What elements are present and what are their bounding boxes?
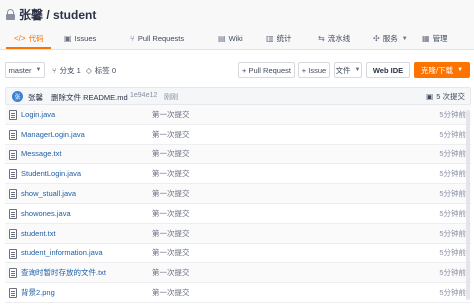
table-row[interactable]: showones.java 第一次提交 5分钟前 <box>5 204 471 224</box>
file-time: 5分钟前 <box>439 248 466 258</box>
table-row[interactable]: StudentLogin.java 第一次提交 5分钟前 <box>5 164 471 185</box>
file-icon <box>9 129 17 140</box>
file-list: Login.java 第一次提交 5分钟前 ManagerLogin.java … <box>5 105 471 303</box>
tab-issues[interactable]: ▣ Issues <box>64 27 96 50</box>
file-name[interactable]: Login.java <box>21 110 55 119</box>
file-name[interactable]: ManagerLogin.java <box>21 130 85 139</box>
commit-count-link[interactable]: ▣ 5 次提交 <box>426 91 465 102</box>
repo-title-row: 张馨 / student <box>6 5 96 23</box>
file-icon <box>9 248 17 259</box>
chevron-down-icon: ▼ <box>354 67 361 73</box>
file-icon <box>9 288 17 299</box>
tab-stats[interactable]: ▥ 统计 <box>266 27 292 50</box>
branch-icon: ⑂ <box>52 65 57 75</box>
file-name[interactable]: Message.txt <box>21 149 61 158</box>
chevron-down-icon: ▼ <box>35 67 42 73</box>
pipeline-icon: ⇆ <box>318 34 325 43</box>
file-time: 5分钟前 <box>439 169 466 179</box>
lock-icon <box>6 8 15 20</box>
commit-message[interactable]: 删除文件 README.md <box>51 92 128 103</box>
table-row[interactable]: show_stuall.java 第一次提交 5分钟前 <box>5 184 471 204</box>
active-tab-indicator <box>6 47 51 49</box>
tags-link[interactable]: ◇ 标签 0 <box>86 61 116 79</box>
table-row[interactable]: ManagerLogin.java 第一次提交 5分钟前 <box>5 125 471 145</box>
file-commit-message[interactable]: 第一次提交 <box>152 109 190 120</box>
table-row[interactable]: student_information.java 第一次提交 5分钟前 <box>5 244 471 264</box>
clone-download-button[interactable]: 克隆/下载 ▼ <box>414 62 470 78</box>
history-icon: ▣ <box>426 92 434 101</box>
file-icon <box>9 169 17 180</box>
tab-services[interactable]: ✣ 服务 ▼ <box>373 27 408 50</box>
file-icon <box>9 208 17 219</box>
file-commit-message[interactable]: 第一次提交 <box>152 267 190 278</box>
file-name[interactable]: showones.java <box>21 209 71 218</box>
file-commit-message[interactable]: 第一次提交 <box>152 287 190 298</box>
branch-select[interactable]: master ▼ <box>5 62 45 78</box>
repo-title[interactable]: 张馨 / student <box>19 6 96 23</box>
table-row[interactable]: Message.txt 第一次提交 5分钟前 <box>5 144 471 165</box>
wiki-icon: ▤ <box>218 34 226 43</box>
chevron-down-icon: ▼ <box>401 35 408 42</box>
file-icon <box>9 189 17 200</box>
file-name[interactable]: StudentLogin.java <box>21 169 81 178</box>
file-time: 5分钟前 <box>439 288 466 298</box>
file-commit-message[interactable]: 第一次提交 <box>152 148 190 159</box>
file-icon <box>9 268 17 279</box>
file-time: 5分钟前 <box>439 228 466 238</box>
file-icon <box>9 149 17 160</box>
issues-icon: ▣ <box>64 34 72 43</box>
file-name[interactable]: student_information.java <box>21 248 103 257</box>
file-commit-message[interactable]: 第一次提交 <box>152 188 190 199</box>
file-time: 5分钟前 <box>439 189 466 199</box>
pull-request-icon: ⑂ <box>130 34 135 43</box>
table-row[interactable]: 查询时暂时存放的文件.txt 第一次提交 5分钟前 <box>5 263 471 284</box>
stats-icon: ▥ <box>266 34 274 43</box>
file-commit-message[interactable]: 第一次提交 <box>152 129 190 140</box>
new-issue-button[interactable]: + Issue <box>298 62 330 78</box>
file-time: 5分钟前 <box>439 268 466 278</box>
chevron-down-icon: ▼ <box>457 67 464 73</box>
commit-hash[interactable]: 1e94e12 <box>130 92 157 99</box>
table-row[interactable]: Login.java 第一次提交 5分钟前 <box>5 105 471 125</box>
commit-author[interactable]: 张馨 <box>28 92 43 103</box>
file-name[interactable]: 背景2.png <box>21 287 55 298</box>
table-row[interactable]: 背景2.png 第一次提交 5分钟前 <box>5 283 471 303</box>
avatar[interactable]: 张 <box>12 91 23 102</box>
service-icon: ✣ <box>373 34 380 43</box>
file-commit-message[interactable]: 第一次提交 <box>152 228 190 239</box>
tab-pull-requests[interactable]: ⑂ Pull Requests <box>130 27 184 50</box>
file-commit-message[interactable]: 第一次提交 <box>152 208 190 219</box>
file-menu-button[interactable]: 文件 ▼ <box>334 62 362 78</box>
tab-wiki[interactable]: ▤ Wiki <box>218 27 243 50</box>
latest-commit-bar: 张 张馨 删除文件 README.md 1e94e12 刚刚 ▣ 5 次提交 <box>5 87 471 105</box>
file-name[interactable]: student.txt <box>21 229 56 238</box>
file-time: 5分钟前 <box>439 129 466 139</box>
file-icon <box>9 110 17 120</box>
tab-pipeline[interactable]: ⇆ 流水线 <box>318 27 350 50</box>
branches-link[interactable]: ⑂ 分支 1 <box>52 61 81 79</box>
file-icon <box>9 228 17 239</box>
web-ide-button[interactable]: Web IDE <box>366 62 410 78</box>
file-time: 5分钟前 <box>439 208 466 218</box>
table-row[interactable]: student.txt 第一次提交 5分钟前 <box>5 223 471 244</box>
tab-settings[interactable]: ▦ 管理 <box>422 27 448 50</box>
commit-time: 刚刚 <box>164 94 178 101</box>
tag-icon: ◇ <box>86 65 92 75</box>
file-time: 5分钟前 <box>439 149 466 159</box>
file-time: 5分钟前 <box>439 109 466 119</box>
code-icon: </> <box>14 34 26 43</box>
repo-tabs: </> 代码 ▣ Issues ⑂ Pull Requests ▤ Wiki ▥… <box>0 27 474 50</box>
file-name[interactable]: 查询时暂时存放的文件.txt <box>21 267 106 278</box>
scrollbar[interactable] <box>466 110 470 300</box>
file-commit-message[interactable]: 第一次提交 <box>152 168 190 179</box>
settings-icon: ▦ <box>422 34 430 43</box>
file-commit-message[interactable]: 第一次提交 <box>152 247 190 258</box>
pull-request-button[interactable]: + Pull Request <box>238 62 295 78</box>
file-name[interactable]: show_stuall.java <box>21 189 76 198</box>
repo-header: 张馨 / student </> 代码 ▣ Issues ⑂ Pull Requ… <box>0 0 474 50</box>
